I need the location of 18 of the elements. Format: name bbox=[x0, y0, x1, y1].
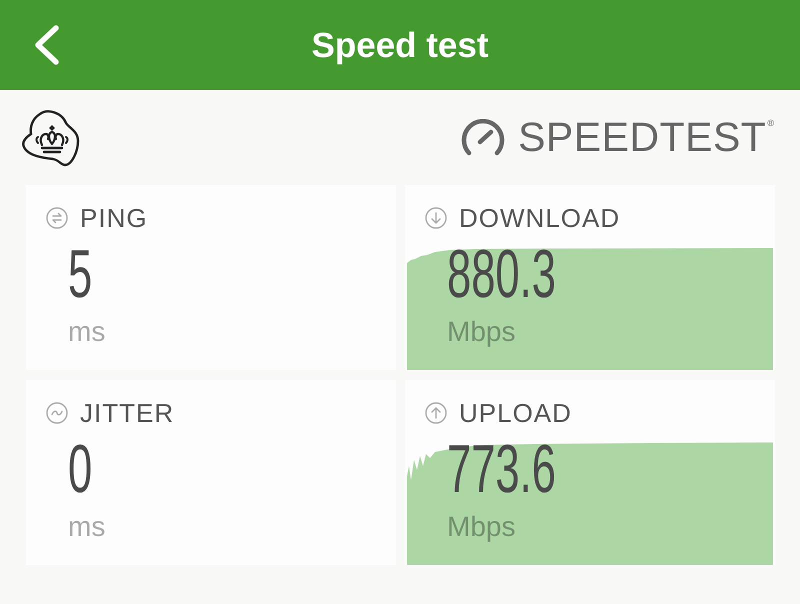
metric-label: JITTER bbox=[80, 400, 174, 426]
metric-value: 773.6 bbox=[447, 435, 556, 503]
metric-value: 0 bbox=[68, 435, 92, 503]
swap-arrows-icon bbox=[46, 207, 68, 229]
metric-unit: ms bbox=[68, 513, 106, 541]
metric-label: UPLOAD bbox=[459, 400, 572, 426]
metric-label: PING bbox=[80, 205, 148, 231]
gauge-icon bbox=[460, 118, 506, 156]
screen-title: Speed test bbox=[310, 28, 490, 62]
brand-name: SPEEDTEST$^{®}$ bbox=[518, 117, 774, 158]
metric-unit: ms bbox=[68, 318, 106, 346]
metric-value: 5 bbox=[68, 240, 92, 308]
metric-unit: Mbps bbox=[447, 318, 516, 346]
metric-label: DOWNLOAD bbox=[459, 205, 620, 231]
metric-unit: Mbps bbox=[447, 513, 516, 541]
metric-value: 880.3 bbox=[447, 240, 556, 308]
wave-icon bbox=[46, 402, 68, 424]
crown-logo bbox=[22, 108, 80, 166]
